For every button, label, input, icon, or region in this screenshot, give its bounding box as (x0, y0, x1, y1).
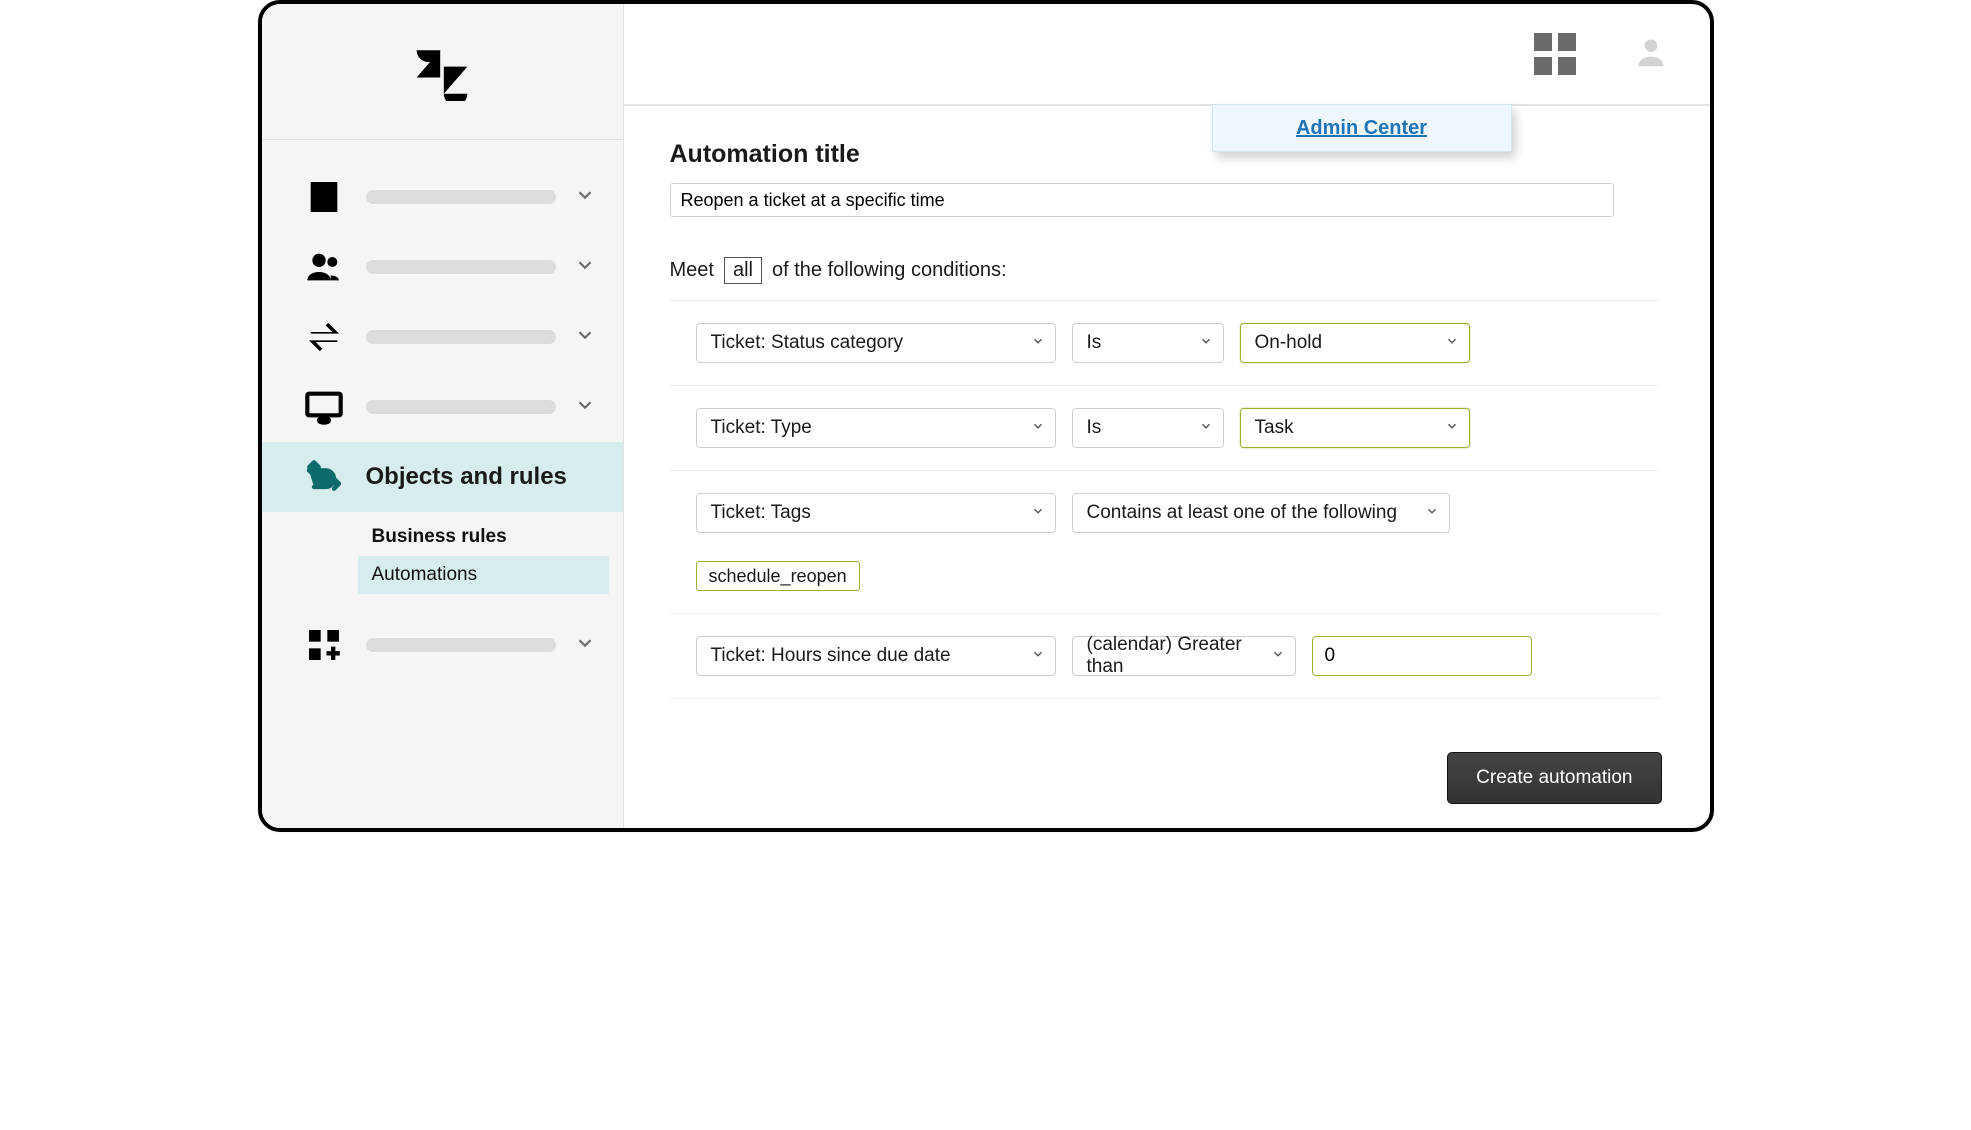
conditions-header: Meet all of the following conditions: (670, 257, 1664, 284)
chevron-down-icon (1445, 332, 1459, 354)
apps-grid-icon[interactable] (1534, 33, 1576, 75)
sidebar-item-people[interactable] (262, 232, 623, 302)
placeholder-bar (366, 400, 556, 414)
condition-operator-select[interactable]: (calendar) Greater than (1072, 636, 1296, 676)
condition-field-select[interactable]: Ticket: Hours since due date (696, 636, 1056, 676)
condition-field-select[interactable]: Ticket: Type (696, 408, 1056, 448)
subnav-business-rules[interactable]: Business rules (358, 518, 623, 556)
subnav-automations[interactable]: Automations (358, 556, 609, 594)
placeholder-bar (366, 190, 556, 204)
content-area: Automation title Meet all of the followi… (624, 106, 1710, 729)
condition-operator-select[interactable]: Contains at least one of the following (1072, 493, 1450, 533)
chevron-down-icon (1199, 417, 1213, 439)
footer-actions: Create automation (1447, 752, 1661, 804)
sidebar: Objects and rules Business rules Automat… (262, 4, 624, 828)
brand-logo (262, 4, 623, 140)
admin-center-link[interactable]: Admin Center (1296, 117, 1427, 140)
meet-suffix: of the following conditions: (772, 259, 1007, 282)
condition-row: Ticket: Type Is Task (670, 386, 1660, 471)
condition-value-select[interactable]: On-hold (1240, 323, 1470, 363)
chevron-down-icon (574, 632, 602, 659)
sidebar-item-apps[interactable] (262, 610, 623, 680)
condition-operator-select[interactable]: Is (1072, 323, 1224, 363)
condition-tag-area: schedule_reopen (696, 549, 1660, 591)
sidebar-nav: Objects and rules Business rules Automat… (262, 140, 623, 680)
automation-title-label: Automation title (670, 140, 1664, 169)
admin-center-popover: Admin Center (1212, 104, 1512, 152)
sidebar-item-workspaces[interactable] (262, 372, 623, 442)
sidebar-item-label: Objects and rules (366, 463, 605, 491)
chevron-down-icon (1031, 502, 1045, 524)
routing-icon (300, 457, 348, 497)
condition-operator-select[interactable]: Is (1072, 408, 1224, 448)
placeholder-bar (366, 638, 556, 652)
chevron-down-icon (574, 184, 602, 211)
main-panel: Admin Center Automation title Meet all o… (624, 4, 1710, 828)
meet-quantifier[interactable]: all (724, 257, 762, 284)
chevron-down-icon (1271, 645, 1285, 667)
chevron-down-icon (1199, 332, 1213, 354)
chevron-down-icon (574, 324, 602, 351)
sidebar-item-objects-rules[interactable]: Objects and rules (262, 442, 623, 512)
condition-field-select[interactable]: Ticket: Status category (696, 323, 1056, 363)
placeholder-bar (366, 330, 556, 344)
condition-field-select[interactable]: Ticket: Tags (696, 493, 1056, 533)
apps-add-icon (300, 625, 348, 665)
chevron-down-icon (1031, 332, 1045, 354)
chevron-down-icon (1031, 645, 1045, 667)
chevron-down-icon (1031, 417, 1045, 439)
condition-row: Ticket: Hours since due date (calendar) … (670, 614, 1660, 699)
building-icon (300, 177, 348, 217)
condition-row: Ticket: Status category Is On-hold (670, 301, 1660, 386)
monitor-icon (300, 387, 348, 427)
tag-chip[interactable]: schedule_reopen (696, 561, 860, 591)
create-automation-button[interactable]: Create automation (1447, 752, 1661, 804)
automation-title-input[interactable] (670, 183, 1614, 217)
condition-value-select[interactable]: Task (1240, 408, 1470, 448)
conditions-list: Ticket: Status category Is On-hold (670, 300, 1660, 699)
meet-prefix: Meet (670, 259, 714, 282)
chevron-down-icon (1425, 502, 1439, 524)
placeholder-bar (366, 260, 556, 274)
zendesk-icon (413, 43, 471, 101)
user-avatar-icon[interactable] (1632, 33, 1670, 76)
condition-value-input[interactable] (1312, 636, 1532, 676)
topbar (624, 4, 1710, 106)
app-frame: Objects and rules Business rules Automat… (258, 0, 1714, 832)
people-icon (300, 247, 348, 287)
chevron-down-icon (574, 254, 602, 281)
sidebar-item-channels[interactable] (262, 302, 623, 372)
condition-row: Ticket: Tags Contains at least one of th… (670, 471, 1660, 614)
chevron-down-icon (574, 394, 602, 421)
sidebar-item-account[interactable] (262, 162, 623, 232)
arrows-swap-icon (300, 317, 348, 357)
sidebar-subnav: Business rules Automations (262, 512, 623, 610)
chevron-down-icon (1445, 417, 1459, 439)
